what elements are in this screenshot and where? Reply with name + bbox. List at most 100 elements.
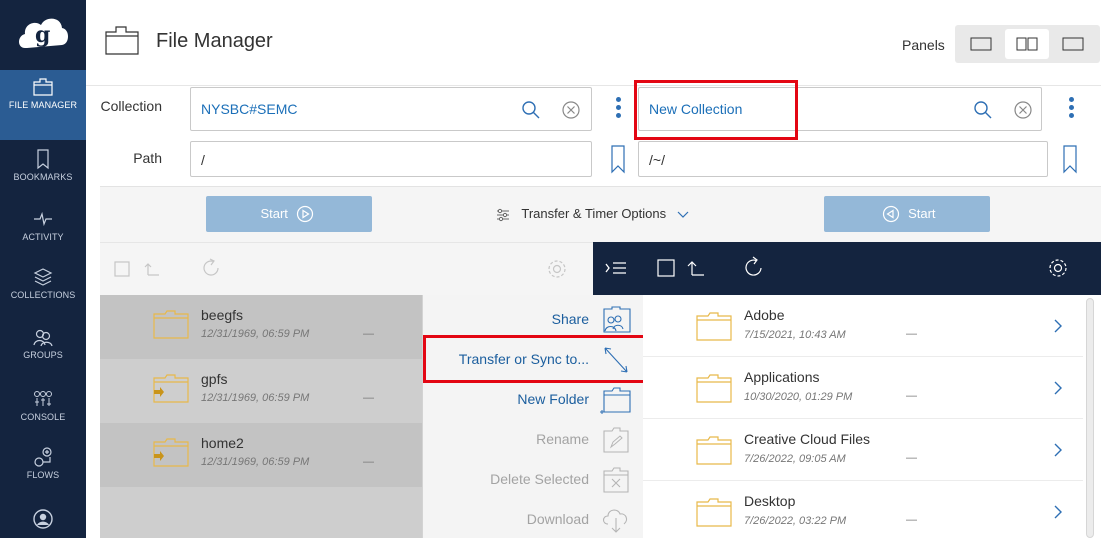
file-name: Applications bbox=[744, 369, 820, 385]
sidebar-item-flows[interactable]: FLOWS bbox=[0, 440, 86, 510]
file-size: — bbox=[363, 392, 374, 404]
file-size: — bbox=[906, 328, 917, 340]
right-file-list: Adobe 7/15/2021, 10:43 AM — Applications… bbox=[643, 295, 1101, 538]
file-name: Desktop bbox=[744, 493, 796, 509]
sidebar-item-groups[interactable]: GROUPS bbox=[0, 320, 86, 390]
refresh-icon[interactable] bbox=[743, 255, 765, 279]
start-left-button[interactable]: Start bbox=[206, 196, 372, 232]
gear-icon[interactable] bbox=[546, 258, 568, 280]
file-name: Adobe bbox=[744, 307, 785, 323]
file-size: — bbox=[906, 390, 917, 402]
play-left-icon bbox=[883, 205, 900, 222]
panels-label: Panels bbox=[902, 37, 945, 53]
bookmark-icon bbox=[37, 149, 49, 170]
globus-logo[interactable]: g bbox=[15, 12, 71, 58]
dual-panel-button[interactable] bbox=[1005, 29, 1049, 59]
left-path-value: / bbox=[201, 152, 205, 168]
folder-icon bbox=[696, 436, 732, 465]
file-row[interactable]: home2 12/31/1969, 06:59 PM — bbox=[100, 423, 422, 487]
wide-panel-icon bbox=[1062, 37, 1084, 51]
dual-panel-icon bbox=[1016, 37, 1038, 51]
download-label: Download bbox=[526, 511, 589, 527]
file-row[interactable]: Adobe 7/15/2021, 10:43 AM — bbox=[643, 295, 1083, 357]
header: File Manager Panels bbox=[86, 0, 1101, 86]
new-folder-label: New Folder bbox=[517, 391, 589, 407]
file-row[interactable]: gpfs 12/31/1969, 06:59 PM — bbox=[100, 359, 422, 423]
delete-icon bbox=[603, 467, 629, 493]
collection-label: Collection bbox=[100, 98, 162, 114]
highlight-transfer-or-sync bbox=[423, 335, 649, 383]
sidebar-item-account[interactable] bbox=[0, 502, 86, 538]
left-file-list: beegfs 12/31/1969, 06:59 PM — gpfs 12/31… bbox=[100, 295, 422, 538]
chevron-right-icon[interactable] bbox=[1053, 318, 1063, 334]
clear-icon[interactable] bbox=[1013, 100, 1033, 120]
file-actions-menu: Share Transfer or Sync to... New Folder … bbox=[422, 295, 643, 538]
file-date: 7/26/2022, 03:22 PM bbox=[744, 515, 847, 527]
bookmark-icon[interactable] bbox=[1062, 144, 1078, 174]
left-collection-field[interactable]: NYSBC#SEMC bbox=[190, 87, 592, 131]
transfer-options-toggle[interactable]: Transfer & Timer Options bbox=[496, 206, 698, 222]
rename-action[interactable]: Rename bbox=[422, 419, 643, 459]
folder-icon bbox=[696, 498, 732, 527]
left-path-field[interactable]: / bbox=[190, 141, 592, 177]
refresh-icon[interactable] bbox=[200, 257, 222, 279]
file-name: gpfs bbox=[201, 371, 228, 387]
up-folder-icon[interactable] bbox=[687, 259, 705, 277]
delete-selected-label: Delete Selected bbox=[490, 471, 589, 487]
file-size: — bbox=[363, 328, 374, 340]
sidebar: g FILE MANAGER BOOKMARKS ACTIVITY COLLEC… bbox=[0, 0, 86, 538]
panels-toggle-group bbox=[955, 25, 1100, 63]
chevron-right-icon[interactable] bbox=[1053, 442, 1063, 458]
collections-icon bbox=[33, 268, 53, 286]
file-size: — bbox=[906, 514, 917, 526]
chevron-right-icon[interactable] bbox=[1053, 504, 1063, 520]
sidebar-item-label: CONSOLE bbox=[20, 412, 66, 422]
start-left-label: Start bbox=[260, 206, 288, 221]
search-icon[interactable] bbox=[973, 100, 993, 120]
rename-label: Rename bbox=[536, 431, 589, 447]
delete-selected-action[interactable]: Delete Selected bbox=[422, 459, 643, 499]
file-date: 10/30/2020, 01:29 PM bbox=[744, 391, 853, 403]
gear-icon[interactable] bbox=[1047, 257, 1069, 279]
sidebar-item-label: GROUPS bbox=[23, 350, 63, 360]
sidebar-item-label: BOOKMARKS bbox=[13, 172, 73, 182]
file-name: Creative Cloud Files bbox=[744, 431, 871, 447]
chevron-right-icon[interactable] bbox=[1053, 380, 1063, 396]
left-panel-toolbar bbox=[100, 242, 593, 295]
chevron-down-icon bbox=[677, 211, 689, 218]
share-action[interactable]: Share bbox=[422, 299, 643, 339]
right-panel-toolbar bbox=[593, 242, 1101, 295]
transfer-options-label: Transfer & Timer Options bbox=[521, 206, 667, 221]
right-list-scrollbar[interactable] bbox=[1086, 298, 1094, 538]
symlink-folder-icon bbox=[153, 374, 189, 403]
file-size: — bbox=[363, 456, 374, 468]
right-path-field[interactable]: /~/ bbox=[638, 141, 1048, 177]
select-all-checkbox[interactable] bbox=[114, 261, 130, 277]
panel-menu-icon[interactable] bbox=[605, 260, 627, 276]
bookmark-icon[interactable] bbox=[610, 144, 626, 174]
sidebar-item-file-manager[interactable]: FILE MANAGER bbox=[0, 70, 86, 140]
file-row[interactable]: beegfs 12/31/1969, 06:59 PM — bbox=[100, 295, 422, 359]
start-right-button[interactable]: Start bbox=[824, 196, 990, 232]
file-date: 12/31/1969, 06:59 PM bbox=[201, 456, 310, 468]
collection-area: Collection NYSBC#SEMC New Collection Pat… bbox=[86, 86, 1101, 186]
download-action[interactable]: Download bbox=[422, 499, 643, 538]
right-collection-menu-button[interactable] bbox=[1067, 97, 1075, 121]
sidebar-item-label: ACTIVITY bbox=[22, 232, 64, 242]
symlink-folder-icon bbox=[153, 438, 189, 467]
file-row[interactable]: Applications 10/30/2020, 01:29 PM — bbox=[643, 357, 1083, 419]
single-panel-button[interactable] bbox=[959, 29, 1003, 59]
file-row[interactable]: Creative Cloud Files 7/26/2022, 09:05 AM… bbox=[643, 419, 1083, 481]
file-size: — bbox=[906, 452, 917, 464]
account-icon bbox=[33, 509, 53, 529]
search-icon[interactable] bbox=[521, 100, 541, 120]
select-all-checkbox[interactable] bbox=[657, 259, 675, 277]
clear-icon[interactable] bbox=[561, 100, 581, 120]
new-folder-action[interactable]: New Folder bbox=[422, 379, 643, 419]
wide-panel-button[interactable] bbox=[1051, 29, 1095, 59]
file-row[interactable]: Desktop 7/26/2022, 03:22 PM — bbox=[643, 481, 1083, 538]
left-collection-menu-button[interactable] bbox=[614, 97, 622, 121]
up-folder-icon[interactable] bbox=[144, 261, 160, 277]
sidebar-item-label: FLOWS bbox=[26, 470, 60, 480]
file-date: 12/31/1969, 06:59 PM bbox=[201, 328, 310, 340]
